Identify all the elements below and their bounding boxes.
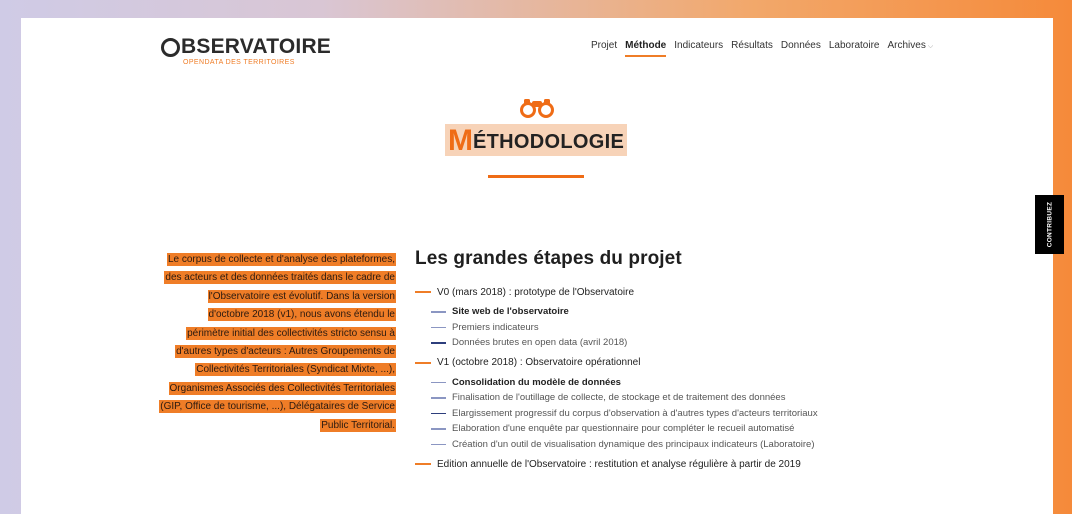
intro-line: d'autres types d'acteurs : Autres Groupe… <box>175 344 396 358</box>
list-item: Elaboration d'une enquête par questionna… <box>431 421 875 437</box>
step-v0: V0 (mars 2018) : prototype de l'Observat… <box>415 284 875 300</box>
intro-paragraph: Le corpus de collecte et d'analyse des p… <box>152 252 396 436</box>
step-label: V0 (mars 2018) : prototype de l'Observat… <box>437 286 635 298</box>
orange-dash-icon <box>415 463 431 465</box>
main-nav: Projet Méthode Indicateurs Résultats Don… <box>591 40 941 57</box>
list-item: Finalisation de l'outillage de collecte,… <box>431 390 875 406</box>
nav-archives[interactable]: Archives ⌵ <box>887 40 933 51</box>
step-label: V1 (octobre 2018) : Observatoire opérati… <box>437 357 641 368</box>
binoculars-icon <box>520 99 554 118</box>
step-v0-items: Site web de l'observatoire Premiers indi… <box>431 304 875 351</box>
nav-archives-label: Archives <box>887 40 926 51</box>
list-item: Elargissement progressif du corpus d'obs… <box>431 406 875 422</box>
intro-line: périmètre initial des collectivités stri… <box>186 326 396 340</box>
site-logo[interactable]: BSERVATOIRE OPENDATA DES TERRITOIRES <box>161 36 331 67</box>
dash-icon <box>431 342 446 344</box>
step-label: Edition annuelle de l'Observatoire : res… <box>437 458 801 470</box>
dash-icon <box>431 412 446 414</box>
page-title-initial: M <box>448 124 473 157</box>
step-annual: Edition annuelle de l'Observatoire : res… <box>415 456 875 472</box>
nav-resultats[interactable]: Résultats <box>731 40 773 51</box>
list-item: Consolidation du modèle de données <box>431 375 875 391</box>
nav-donnees[interactable]: Données <box>781 40 821 51</box>
nav-methode[interactable]: Méthode <box>625 40 667 57</box>
page-title: M ÉTHODOLOGIE <box>445 124 628 157</box>
nav-indicateurs[interactable]: Indicateurs <box>674 40 723 51</box>
page-frame: BSERVATOIRE OPENDATA DES TERRITOIRES Pro… <box>21 18 1064 514</box>
section-title: Les grandes étapes du projet <box>415 248 682 272</box>
intro-line: Public Territorial. <box>320 418 396 432</box>
dash-icon <box>431 443 446 445</box>
dash-icon <box>431 397 446 399</box>
chevron-down-icon: ⌵ <box>927 43 934 50</box>
dash-icon <box>431 326 446 328</box>
intro-line: Le corpus de collecte et d'analyse des p… <box>166 253 396 266</box>
nav-laboratoire[interactable]: Laboratoire <box>829 40 880 51</box>
intro-line: (GIP, Office de tourisme, ...), Délégata… <box>159 400 396 414</box>
dash-icon <box>431 311 446 313</box>
intro-line: des acteurs et des données traités dans … <box>164 271 396 285</box>
logo-tagline: OPENDATA DES TERRITOIRES <box>183 59 295 66</box>
step-v1: V1 (octobre 2018) : Observatoire opérati… <box>415 355 875 371</box>
orange-dash-icon <box>415 291 431 293</box>
dash-icon <box>431 428 446 430</box>
step-v1-items: Consolidation du modèle de données Final… <box>431 375 875 453</box>
list-item: Création d'un outil de visualisation dyn… <box>431 437 875 453</box>
intro-line: d'octobre 2018 (v1), nous avons étendu l… <box>207 308 396 322</box>
project-steps-section: Les grandes étapes du projet V0 (mars 20… <box>415 248 875 472</box>
page-title-rest: ÉTHODOLOGIE <box>473 131 625 153</box>
contribuez-tab[interactable]: CONTRIBUEZ <box>1035 195 1064 254</box>
nav-projet[interactable]: Projet <box>591 40 617 51</box>
list-item: Site web de l'observatoire <box>431 304 875 320</box>
title-underline <box>488 175 584 178</box>
list-item: Premiers indicateurs <box>431 320 875 336</box>
contribuez-label: CONTRIBUEZ <box>1046 201 1054 248</box>
intro-line: Organismes Associés des Collectivités Te… <box>168 381 396 395</box>
intro-line: l'Observatoire est évolutif. Dans la ver… <box>207 289 396 303</box>
steps-list: V0 (mars 2018) : prototype de l'Observat… <box>415 284 875 472</box>
orange-dash-icon <box>415 361 431 364</box>
dash-icon <box>431 381 446 383</box>
logo-o-mark <box>161 37 180 57</box>
logo-text: BSERVATOIRE <box>181 35 332 58</box>
list-item: Données brutes en open data (avril 2018) <box>431 335 875 351</box>
intro-line: Collectivités Territoriales (Syndicat Mi… <box>195 363 396 377</box>
